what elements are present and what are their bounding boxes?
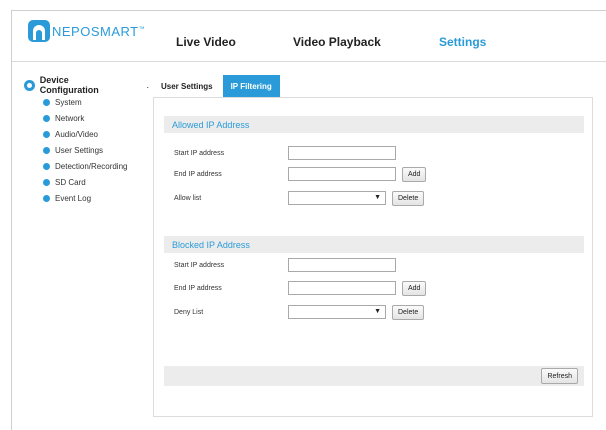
sidebar-item-user-settings[interactable]: User Settings	[24, 142, 149, 158]
blocked-end-label: End IP address	[174, 284, 222, 292]
allowed-end-row: End IP address Add	[174, 166, 427, 182]
blocked-list-label: Deny List	[174, 308, 204, 316]
chevron-down-icon: ▼	[374, 194, 381, 201]
blocked-list-row: Deny List ▼ Delete	[174, 304, 425, 320]
allowed-add-button[interactable]: Add	[402, 166, 427, 182]
sidebar-item-label: Network	[55, 113, 85, 123]
blocked-end-ip-input[interactable]	[288, 281, 396, 295]
deny-list-select[interactable]: ▼	[288, 305, 386, 319]
sidebar-item-detection-recording[interactable]: Detection/Recording	[24, 158, 149, 174]
sidebar-item-label: System	[55, 97, 82, 107]
nav-video-playback[interactable]: Video Playback	[293, 35, 381, 49]
gear-icon	[24, 79, 35, 91]
bullet-icon	[43, 130, 50, 138]
bullet-icon	[43, 178, 50, 186]
bullet-icon	[43, 114, 50, 122]
sidebar-heading-label: Device Configuration	[39, 75, 99, 95]
sidebar-item-label: Audio/Video	[55, 129, 98, 139]
tab-ip-filtering[interactable]: IP Filtering	[222, 75, 280, 97]
sidebar-heading[interactable]: Device Configuration .	[24, 75, 149, 95]
settings-tabs: User Settings IP Filtering	[153, 75, 280, 97]
sidebar-item-event-log[interactable]: Event Log	[24, 190, 149, 206]
allowed-delete-button[interactable]: Delete	[392, 190, 425, 206]
allowed-list-label: Allow list	[174, 194, 202, 202]
brand-logo[interactable]: NEPOSMART™	[28, 20, 145, 42]
panel-footer: Refresh	[164, 366, 584, 386]
tab-user-settings[interactable]: User Settings	[153, 75, 221, 97]
sidebar-heading-tail: .	[146, 80, 149, 90]
blocked-add-button[interactable]: Add	[402, 280, 427, 296]
bullet-icon	[43, 98, 50, 106]
ip-filtering-panel: Allowed IP Address Start IP address End …	[153, 97, 593, 417]
blocked-start-row: Start IP address	[174, 257, 396, 273]
sidebar-list: System Network Audio/Video User Settings…	[24, 94, 149, 206]
sidebar-item-network[interactable]: Network	[24, 110, 149, 126]
sidebar-item-audio-video[interactable]: Audio/Video	[24, 126, 149, 142]
blocked-section-header: Blocked IP Address	[164, 236, 584, 253]
sidebar: Device Configuration . System Network Au…	[24, 75, 149, 206]
allowed-start-ip-input[interactable]	[288, 146, 396, 160]
camera-logo-icon	[28, 20, 50, 42]
sidebar-item-system[interactable]: System	[24, 94, 149, 110]
blocked-start-ip-input[interactable]	[288, 258, 396, 272]
allowed-start-row: Start IP address	[174, 145, 396, 161]
sidebar-item-label: Event Log	[55, 193, 92, 203]
brand-name: NEPOSMART™	[52, 23, 146, 39]
allow-list-select[interactable]: ▼	[288, 191, 386, 205]
allowed-list-row: Allow list ▼ Delete	[174, 190, 425, 206]
blocked-start-label: Start IP address	[174, 261, 225, 269]
nav-live-video[interactable]: Live Video	[176, 35, 236, 49]
nav-settings[interactable]: Settings	[439, 35, 486, 49]
bullet-icon	[43, 194, 50, 202]
blocked-delete-button[interactable]: Delete	[392, 304, 425, 320]
chevron-down-icon: ▼	[374, 308, 381, 315]
allowed-section-header: Allowed IP Address	[164, 116, 584, 133]
bullet-icon	[43, 146, 50, 154]
refresh-button[interactable]: Refresh	[541, 368, 578, 384]
sidebar-item-label: SD Card	[55, 177, 86, 187]
allowed-start-label: Start IP address	[174, 149, 225, 157]
header-divider	[12, 61, 606, 62]
bullet-icon	[43, 162, 50, 170]
blocked-end-row: End IP address Add	[174, 280, 427, 296]
sidebar-item-sd-card[interactable]: SD Card	[24, 174, 149, 190]
allowed-end-label: End IP address	[174, 170, 222, 178]
allowed-end-ip-input[interactable]	[288, 167, 396, 181]
sidebar-item-label: Detection/Recording	[55, 161, 128, 171]
sidebar-item-label: User Settings	[55, 145, 104, 155]
